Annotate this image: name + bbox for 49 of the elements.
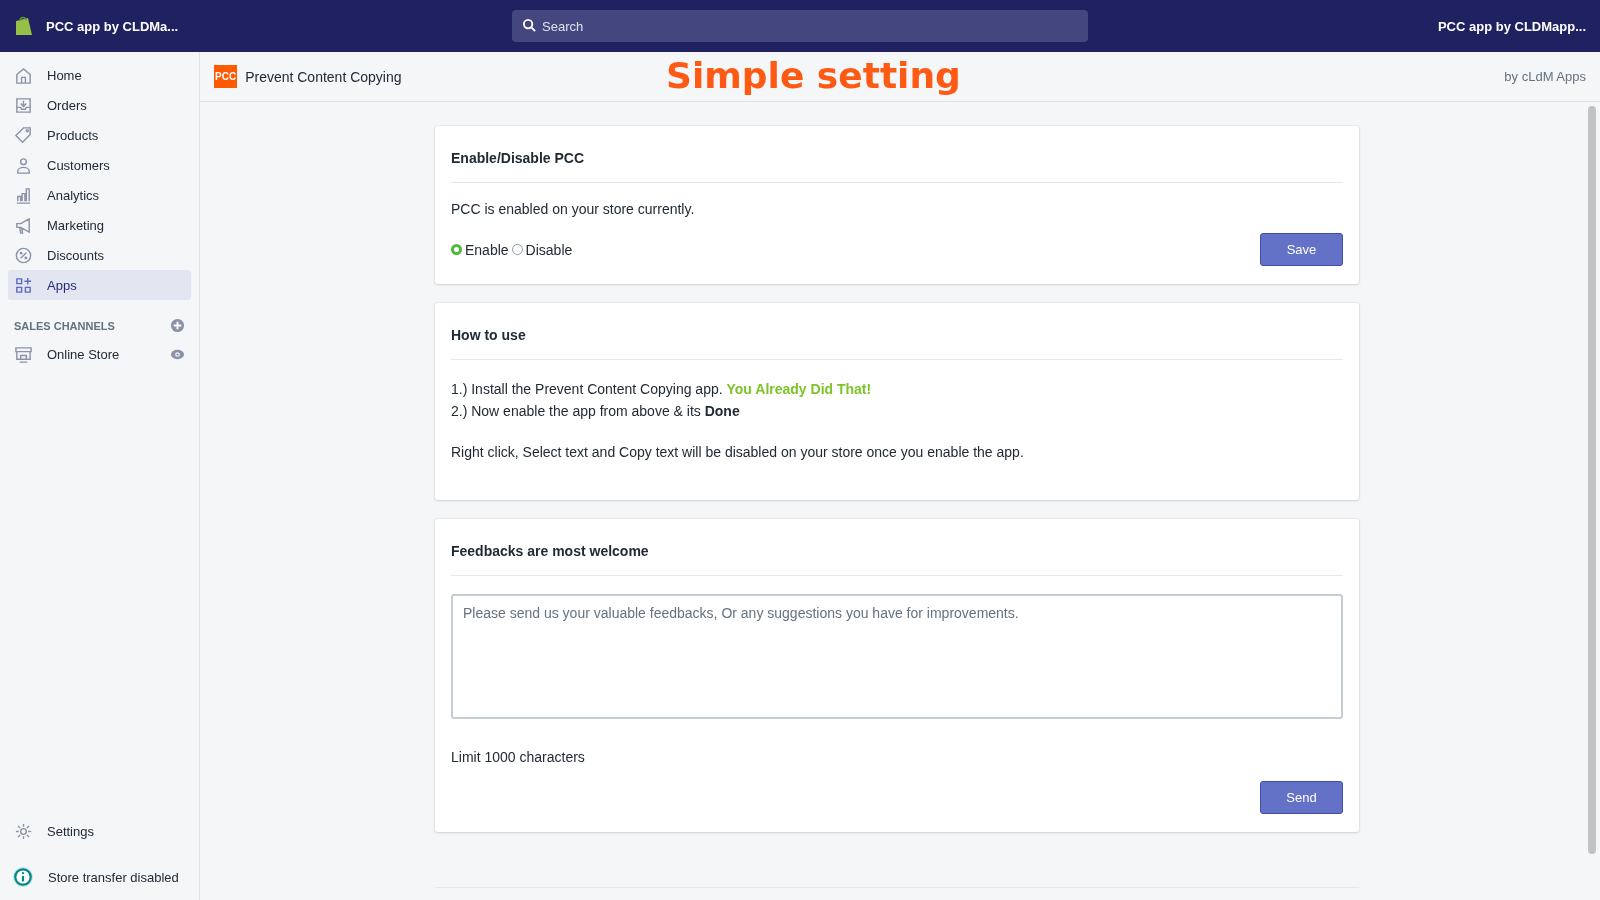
store-transfer-notice: Store transfer disabled xyxy=(48,869,179,885)
card-title: Enable/Disable PCC xyxy=(451,150,586,166)
card-title: Feedbacks are most welcome xyxy=(451,543,650,559)
inbox-icon xyxy=(14,95,33,115)
radio-button[interactable] xyxy=(451,244,462,255)
bar-chart-icon xyxy=(14,185,33,205)
sidebar-item[interactable]: Discounts xyxy=(8,240,191,270)
step-text: 2.) Now enable the app from above & its Done xyxy=(451,402,741,421)
add-icon[interactable] xyxy=(170,318,185,333)
search-icon xyxy=(522,18,537,33)
step-text: 1.) Install the Prevent Content Copying app. You Already Did That! xyxy=(451,380,873,399)
store-name[interactable]: PCC app by CLDMa... xyxy=(46,18,179,34)
save-button[interactable]: Save xyxy=(1260,233,1343,266)
sidebar-item[interactable]: Apps xyxy=(8,270,191,300)
settings-link[interactable]: Settings xyxy=(8,816,191,846)
home-icon xyxy=(14,65,33,85)
banner-heading: Simple setting xyxy=(666,55,961,96)
section-heading: SALES CHANNELS xyxy=(14,319,115,332)
app-logo: PCC xyxy=(214,65,238,88)
apps-grid-icon xyxy=(14,275,33,295)
discount-badge-icon xyxy=(14,245,33,265)
storefront-icon xyxy=(14,344,33,364)
sidebar-item[interactable]: Orders xyxy=(8,90,191,120)
person-icon xyxy=(14,155,33,175)
scrollbar[interactable] xyxy=(1588,106,1596,854)
card-title: How to use xyxy=(451,327,527,343)
feedback-field[interactable]: Please send us your valuable feedbacks, Or any suggestions you have for improvements. xyxy=(451,594,1343,719)
tag-icon xyxy=(14,125,33,145)
radio-button[interactable] xyxy=(511,244,523,255)
character-limit: Limit 1000 characters xyxy=(451,749,586,765)
send-button[interactable]: Send xyxy=(1260,781,1343,814)
note-text: Right click, Select text and Copy text will be disabled on your store once you enable the app. xyxy=(451,444,1025,460)
app-title: Prevent Content Copying xyxy=(245,68,402,85)
radio-option[interactable]: Disable xyxy=(511,241,573,258)
sidebar-item[interactable]: Online Store xyxy=(8,339,191,369)
sidebar-item[interactable]: Home xyxy=(8,60,191,90)
search-field[interactable]: Search xyxy=(512,10,1088,42)
shopping-bag-icon xyxy=(14,14,34,38)
sidebar-item[interactable]: Analytics xyxy=(8,180,191,210)
account-name[interactable]: PCC app by CLDMapp... xyxy=(1437,18,1586,34)
status-text: PCC is enabled on your store currently. xyxy=(451,201,696,217)
megaphone-icon xyxy=(14,215,33,235)
radio-option[interactable]: Enable xyxy=(451,241,509,258)
sidebar-item[interactable]: Marketing xyxy=(8,210,191,240)
developer-credit: by cLdM Apps xyxy=(1504,69,1586,84)
sidebar-item[interactable]: Customers xyxy=(8,150,191,180)
settings-icon xyxy=(14,821,33,841)
info-icon xyxy=(12,866,34,888)
sidebar-item[interactable]: Products xyxy=(8,120,191,150)
